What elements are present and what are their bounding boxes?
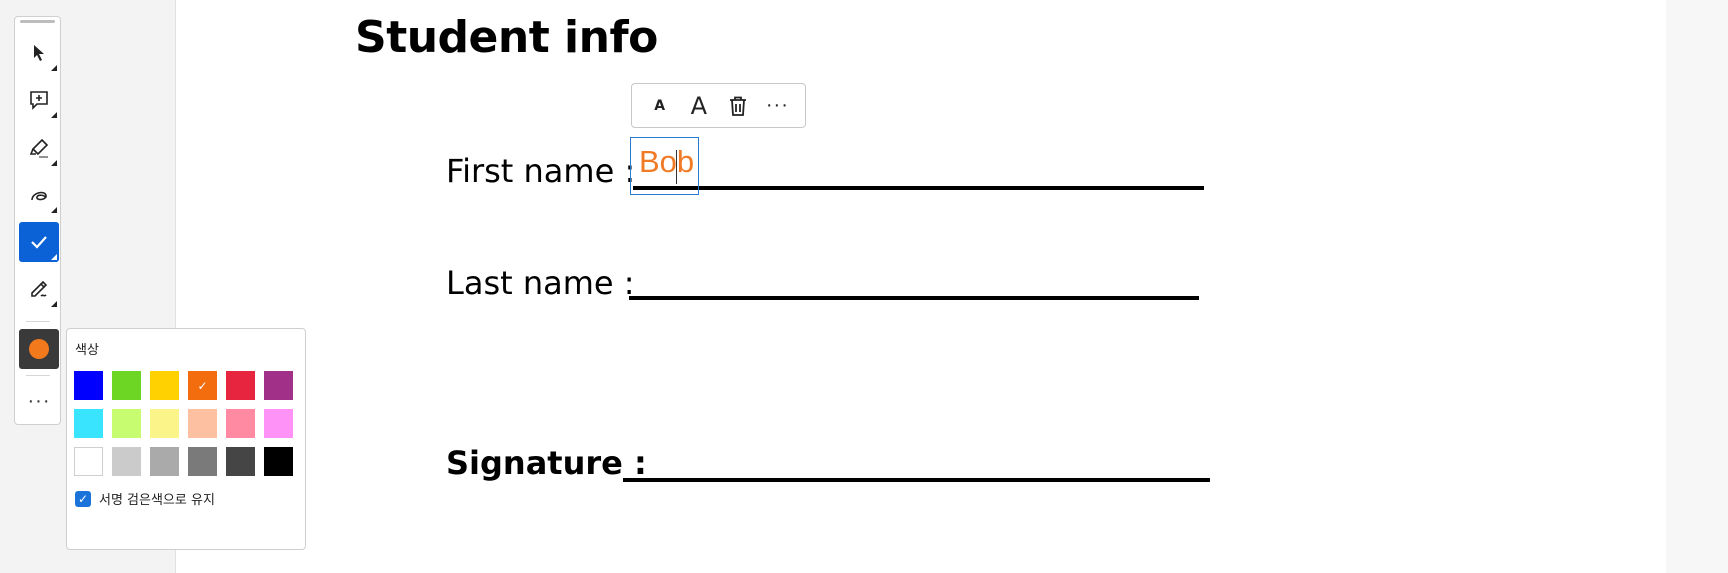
delete-button[interactable]: [721, 89, 755, 123]
right-margin: [1666, 0, 1728, 573]
last-name-line[interactable]: [629, 296, 1199, 300]
signature-line[interactable]: [623, 478, 1210, 482]
document-title: Student info: [355, 12, 658, 63]
color-swatch[interactable]: [74, 447, 103, 476]
add-comment-icon: [30, 91, 48, 110]
signature-label: Signature :: [446, 444, 647, 482]
color-swatch[interactable]: [112, 371, 141, 400]
keep-signature-black-checkbox[interactable]: ✓: [75, 490, 91, 507]
color-swatch[interactable]: [112, 409, 141, 438]
color-popup-title: 색상: [75, 343, 99, 358]
text-caret: [676, 150, 677, 184]
toolbar-grip[interactable]: [20, 20, 55, 23]
color-swatch[interactable]: [150, 447, 179, 476]
highlighter-icon: [29, 138, 49, 158]
first-name-label: First name :: [446, 152, 636, 190]
color-swatch[interactable]: [264, 447, 293, 476]
color-swatch[interactable]: [74, 409, 103, 438]
decrease-font-button[interactable]: A: [643, 89, 677, 123]
color-swatch[interactable]: [226, 447, 255, 476]
toolbar-more-button[interactable]: ···: [19, 381, 59, 421]
freehand-loop-icon: [31, 191, 47, 201]
select-tool-button[interactable]: [19, 33, 59, 73]
color-swatch[interactable]: [74, 371, 103, 400]
sign-tool-button[interactable]: [19, 269, 59, 309]
color-swatch[interactable]: [188, 409, 217, 438]
first-name-text-field[interactable]: Bob: [630, 137, 699, 195]
toolbar-divider: [26, 375, 50, 376]
cursor-arrow-icon: [34, 45, 44, 61]
color-swatch[interactable]: [112, 447, 141, 476]
color-popup: 색상 ✓ ✓ 서명 검은색으로 유지: [66, 328, 306, 550]
more-options-button[interactable]: ···: [760, 89, 794, 123]
left-toolbar: ···: [14, 16, 61, 425]
first-name-line: [633, 186, 1204, 190]
add-comment-tool-button[interactable]: [19, 80, 59, 120]
color-swatch[interactable]: ✓: [188, 371, 217, 400]
selected-check-icon: ✓: [197, 378, 208, 393]
keep-signature-black-row[interactable]: ✓ 서명 검은색으로 유지: [75, 489, 215, 508]
document-page: [175, 0, 1667, 573]
color-swatch[interactable]: [150, 409, 179, 438]
highlighter-tool-button[interactable]: [19, 128, 59, 168]
current-color-swatch: [29, 339, 49, 359]
checkmark-icon: [31, 236, 47, 249]
color-swatch[interactable]: [226, 371, 255, 400]
trash-icon: [730, 96, 747, 116]
toolbar-divider: [26, 321, 50, 322]
color-swatch[interactable]: [264, 371, 293, 400]
color-picker-button[interactable]: [19, 329, 59, 369]
text-format-toolbar: A A ···: [631, 83, 806, 128]
color-swatch[interactable]: [150, 371, 179, 400]
last-name-label: Last name :: [446, 264, 635, 302]
first-name-value[interactable]: Bob: [639, 144, 694, 180]
pen-sign-icon: [31, 280, 48, 297]
color-swatch[interactable]: [264, 409, 293, 438]
checkmark-tool-button[interactable]: [19, 222, 59, 262]
keep-signature-black-label: 서명 검은색으로 유지: [99, 493, 215, 508]
draw-tool-button[interactable]: [19, 175, 59, 215]
color-swatch[interactable]: [188, 447, 217, 476]
increase-font-button[interactable]: A: [682, 89, 716, 123]
color-swatch[interactable]: [226, 409, 255, 438]
